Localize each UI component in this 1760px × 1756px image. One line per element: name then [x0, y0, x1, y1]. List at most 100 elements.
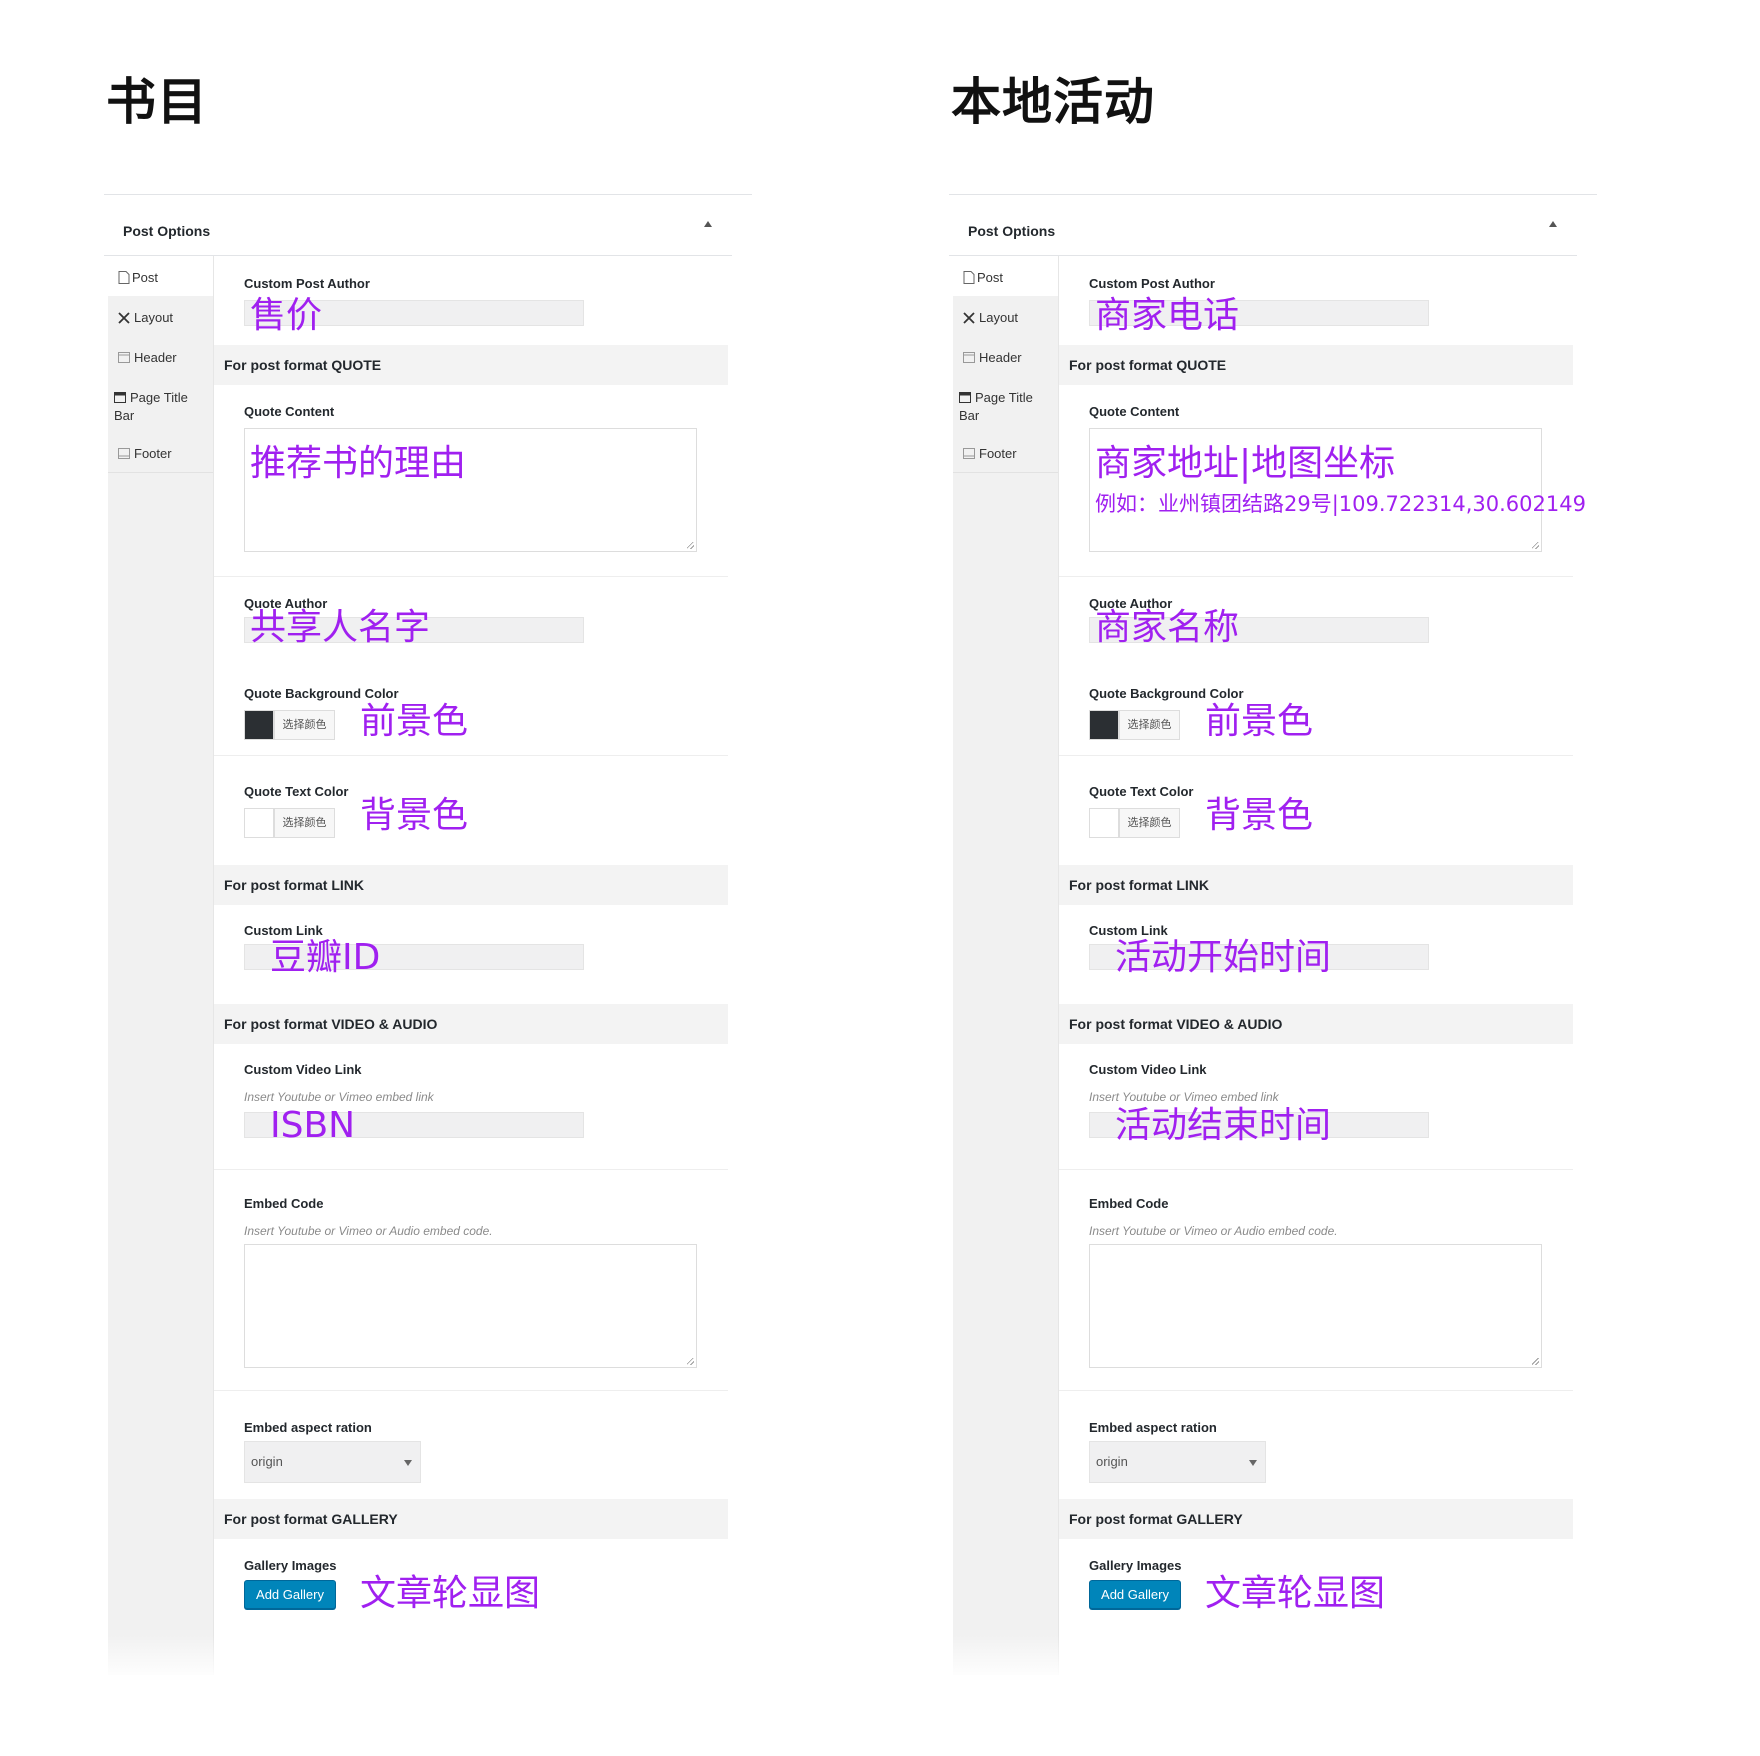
- section-title: For post format VIDEO & AUDIO: [1069, 1016, 1283, 1032]
- sidebar-item-label: Post: [132, 270, 159, 285]
- add-gallery-button[interactable]: Add Gallery: [244, 1580, 336, 1609]
- sidebar-item-layout[interactable]: Layout: [953, 296, 1058, 337]
- embed-code-textarea[interactable]: [1089, 1244, 1542, 1368]
- title-bar-icon: [114, 392, 126, 403]
- footer-icon: [963, 448, 975, 459]
- embed-code-hint: Insert Youtube or Vimeo or Audio embed c…: [1089, 1224, 1338, 1238]
- sidebar-item-page-title-bar[interactable]: Page Title Bar: [953, 376, 1058, 433]
- annotation-video: ISBN: [270, 1105, 356, 1146]
- quote-text-color-swatch[interactable]: [1089, 808, 1119, 838]
- tools-icon: [118, 312, 130, 324]
- divider: [214, 576, 728, 577]
- annotation-quote-author: 商家名称: [1095, 607, 1240, 648]
- sidebar-item-header[interactable]: Header: [108, 336, 213, 377]
- divider: [214, 1169, 728, 1170]
- quote-bg-color-label: Quote Background Color: [1089, 686, 1244, 701]
- section-video-audio: For post format VIDEO & AUDIO: [214, 1004, 728, 1044]
- sidebar-item-post[interactable]: Post: [108, 256, 213, 297]
- add-gallery-button[interactable]: Add Gallery: [1089, 1580, 1181, 1609]
- embed-aspect-select[interactable]: origin: [244, 1441, 421, 1483]
- embed-aspect-label: Embed aspect ration: [1089, 1420, 1217, 1435]
- custom-link-label: Custom Link: [244, 923, 323, 938]
- annotation-link: 豆瓣ID: [270, 937, 381, 978]
- custom-video-link-label: Custom Video Link: [244, 1062, 362, 1077]
- embed-code-textarea[interactable]: [244, 1244, 697, 1368]
- annotation-video: 活动结束时间: [1115, 1105, 1332, 1146]
- embed-code-label: Embed Code: [1089, 1196, 1169, 1211]
- quote-text-color-swatch[interactable]: [244, 808, 274, 838]
- quote-bg-color-label: Quote Background Color: [244, 686, 399, 701]
- embed-code-hint: Insert Youtube or Vimeo or Audio embed c…: [244, 1224, 493, 1238]
- section-title: For post format GALLERY: [1069, 1511, 1243, 1527]
- tools-icon: [963, 312, 975, 324]
- quote-bg-color-button[interactable]: 选择颜色: [1119, 710, 1180, 740]
- document-icon: [963, 271, 975, 284]
- section-gallery: For post format GALLERY: [214, 1499, 728, 1539]
- options-content: Custom Post Author 商家电话 For post format …: [1059, 256, 1586, 1675]
- annotation-text-color: 背景色: [1205, 795, 1314, 836]
- sidebar-item-label: Layout: [979, 310, 1019, 325]
- sidebar-item-post[interactable]: Post: [953, 256, 1058, 297]
- panel-books: 书目 Post Options Post Layout Header Page …: [0, 0, 760, 1756]
- custom-post-author-label: Custom Post Author: [244, 276, 370, 291]
- post-options-box: Post Options Post Layout Header Page Tit…: [949, 194, 1597, 1675]
- annotation-text-color: 背景色: [360, 795, 469, 836]
- collapse-arrow-icon[interactable]: [1549, 221, 1557, 227]
- annotation-quote-content: 商家地址|地图坐标: [1095, 443, 1396, 484]
- section-title: For post format VIDEO & AUDIO: [224, 1016, 438, 1032]
- post-options-title: Post Options: [123, 223, 211, 239]
- annotation-quote-content: 推荐书的理由: [250, 443, 467, 484]
- sidebar-item-page-title-bar[interactable]: Page Title Bar: [108, 376, 213, 433]
- collapse-arrow-icon[interactable]: [704, 221, 712, 227]
- annotation-quote-example: 例如：业州镇团结路29号|109.722314,30.602149: [1095, 492, 1586, 516]
- sidebar-item-layout[interactable]: Layout: [108, 296, 213, 337]
- embed-aspect-value: origin: [1096, 1454, 1128, 1469]
- title-bar-icon: [959, 392, 971, 403]
- section-quote: For post format QUOTE: [214, 345, 728, 385]
- footer-icon: [118, 448, 130, 459]
- sidebar-item-label: Header: [979, 350, 1022, 365]
- divider: [1059, 1169, 1573, 1170]
- section-gallery: For post format GALLERY: [1059, 1499, 1573, 1539]
- sidebar-item-label: Post: [977, 270, 1004, 285]
- custom-link-label: Custom Link: [1089, 923, 1168, 938]
- post-options-header[interactable]: Post Options: [104, 195, 732, 256]
- resize-grip-icon[interactable]: [687, 1358, 694, 1365]
- embed-code-label: Embed Code: [244, 1196, 324, 1211]
- quote-bg-color-swatch[interactable]: [244, 710, 274, 740]
- gallery-images-label: Gallery Images: [244, 1558, 337, 1573]
- quote-text-color-label: Quote Text Color: [244, 784, 349, 799]
- section-quote: For post format QUOTE: [1059, 345, 1573, 385]
- section-title: For post format GALLERY: [224, 1511, 398, 1527]
- quote-text-color-button[interactable]: 选择颜色: [274, 808, 335, 838]
- section-video-audio: For post format VIDEO & AUDIO: [1059, 1004, 1573, 1044]
- sidebar-item-label: Layout: [134, 310, 174, 325]
- bottom-fade: [949, 1635, 1577, 1675]
- document-icon: [118, 271, 130, 284]
- sidebar-item-footer[interactable]: Footer: [108, 432, 213, 473]
- header-icon: [118, 352, 130, 363]
- options-sidebar: Post Layout Header Page Title Bar Footer: [953, 256, 1059, 1675]
- chevron-down-icon: [1249, 1460, 1257, 1466]
- divider: [214, 755, 728, 756]
- resize-grip-icon[interactable]: [687, 542, 694, 549]
- divider: [1059, 1390, 1573, 1391]
- annotation-gallery: 文章轮显图: [360, 1573, 541, 1614]
- post-options-header[interactable]: Post Options: [949, 195, 1577, 256]
- sidebar-item-label: Page Title: [975, 390, 1033, 405]
- quote-text-color-button[interactable]: 选择颜色: [1119, 808, 1180, 838]
- annotation-author: 售价: [250, 295, 323, 336]
- sidebar-item-header[interactable]: Header: [953, 336, 1058, 377]
- embed-aspect-label: Embed aspect ration: [244, 1420, 372, 1435]
- quote-bg-color-button[interactable]: 选择颜色: [274, 710, 335, 740]
- quote-content-label: Quote Content: [1089, 404, 1180, 419]
- custom-video-link-hint: Insert Youtube or Vimeo embed link: [1089, 1090, 1279, 1104]
- quote-bg-color-swatch[interactable]: [1089, 710, 1119, 740]
- resize-grip-icon[interactable]: [1532, 542, 1539, 549]
- divider: [214, 1390, 728, 1391]
- sidebar-item-footer[interactable]: Footer: [953, 432, 1058, 473]
- embed-aspect-select[interactable]: origin: [1089, 1441, 1266, 1483]
- sidebar-item-label-cont: Bar: [959, 408, 980, 423]
- resize-grip-icon[interactable]: [1532, 1358, 1539, 1365]
- panel-heading: 本地活动: [951, 73, 1155, 131]
